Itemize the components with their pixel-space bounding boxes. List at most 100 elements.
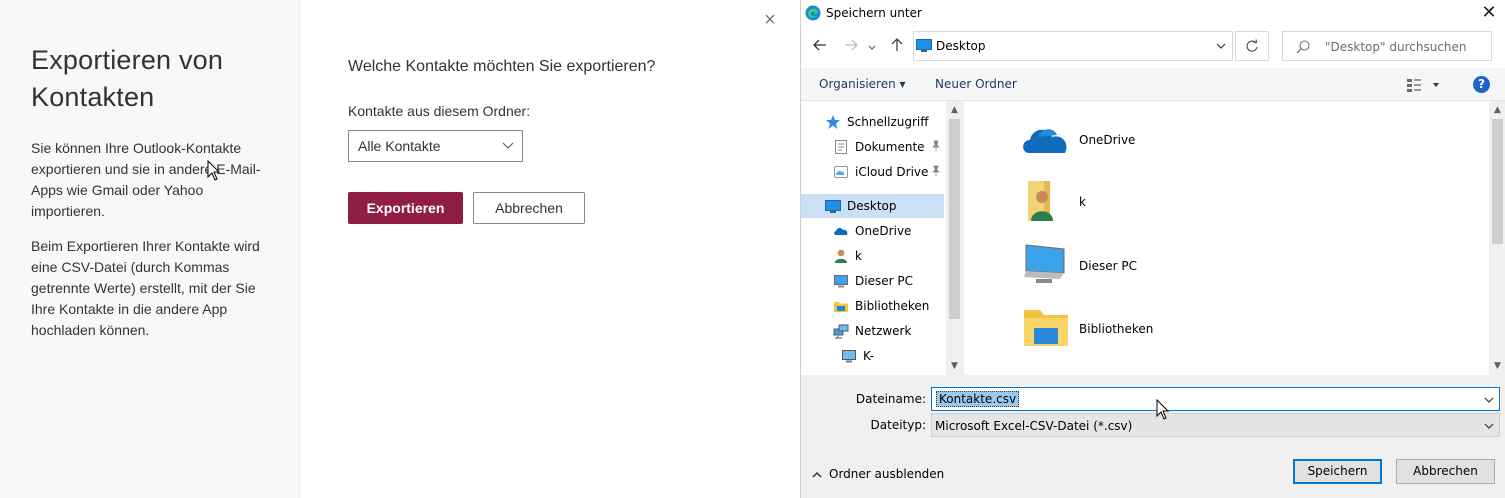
scroll-up-icon[interactable]: ▲ <box>1492 104 1503 116</box>
dialog-cancel-button[interactable]: Abbrechen <box>1396 459 1495 484</box>
view-options-icon[interactable] <box>1406 77 1440 93</box>
recent-locations-chevron-icon[interactable] <box>865 37 879 57</box>
user-icon <box>835 249 847 263</box>
hide-folders-label: Ordner ausblenden <box>829 467 945 481</box>
file-item-this-pc[interactable]: Dieser PC <box>1020 239 1280 295</box>
onedrive-icon <box>834 228 848 235</box>
scroll-down-icon[interactable]: ▼ <box>1492 360 1503 372</box>
folder-tree-scrollbar[interactable]: ▲ ▼ <box>946 101 963 375</box>
tree-item-label: Schnellzugriff <box>847 115 929 129</box>
folder-tree: Schnellzugriff Dokumente iCloud Drive De… <box>801 101 963 375</box>
dialog-footer: Ordner ausblenden Speichern Abbrechen <box>801 445 1505 498</box>
tree-item-libraries[interactable]: Bibliotheken <box>833 295 945 317</box>
chevron-down-icon[interactable] <box>1215 40 1227 52</box>
tree-item-label: OneDrive <box>855 224 912 238</box>
desktop-icon <box>916 39 932 52</box>
info-paragraph-2: Beim Exportieren Ihrer Kontakte wird ein… <box>31 238 260 338</box>
user-folder-icon <box>1028 181 1053 221</box>
dialog-close-icon[interactable]: ✕ <box>1478 2 1500 24</box>
tree-item-desktop[interactable]: Desktop <box>825 195 945 217</box>
onedrive-icon <box>1023 129 1067 153</box>
chevron-down-icon[interactable] <box>1483 394 1495 406</box>
file-list-scrollbar[interactable]: ▲ ▼ <box>1489 101 1505 375</box>
file-item-libraries[interactable]: Bibliotheken <box>1020 302 1280 358</box>
save-as-dialog: Speichern unter ✕ Desktop "Desktop" durc… <box>800 0 1505 498</box>
pin-icon <box>932 165 940 176</box>
star-icon <box>826 115 840 129</box>
tree-item-network-computer[interactable]: K- <box>841 345 945 367</box>
scrollbar-thumb[interactable] <box>949 119 960 319</box>
up-arrow-icon[interactable] <box>887 37 907 57</box>
tree-item-label: Desktop <box>847 199 897 213</box>
tree-item-label: K- <box>863 349 874 363</box>
help-icon[interactable]: ? <box>1473 76 1490 93</box>
tree-item-network[interactable]: Netzwerk <box>833 320 945 342</box>
pin-icon <box>932 140 940 151</box>
screen: Exportieren von Kontakten Sie können Ihr… <box>0 0 1505 498</box>
cloud-icon <box>834 166 848 178</box>
navigation-bar: Desktop "Desktop" durchsuchen <box>801 28 1505 68</box>
file-item-label: k <box>1079 195 1086 209</box>
refresh-icon[interactable] <box>1235 31 1269 61</box>
file-item-user[interactable]: k <box>1020 175 1280 231</box>
save-button[interactable]: Speichern <box>1293 459 1382 484</box>
search-icon <box>1296 40 1310 54</box>
cancel-button[interactable]: Abbrechen <box>473 192 585 224</box>
dialog-toolbar: Organisieren ▾ Neuer Ordner ? <box>801 68 1505 101</box>
file-item-label: Dieser PC <box>1079 259 1137 273</box>
filetype-dropdown[interactable]: Microsoft Excel-CSV-Datei (*.csv) <box>931 413 1500 437</box>
scroll-up-icon[interactable]: ▲ <box>949 104 960 116</box>
chevron-down-icon <box>1484 423 1494 429</box>
tree-item-label: Bibliotheken <box>855 299 930 313</box>
filename-input[interactable]: Kontakte.csv <box>931 387 1500 411</box>
chevron-up-icon <box>812 471 822 478</box>
hide-folders-toggle[interactable]: Ordner ausblenden <box>811 467 944 481</box>
folder-dropdown-value: Alle Kontakte <box>358 138 441 154</box>
file-item-label: OneDrive <box>1079 133 1136 147</box>
export-question: Welche Kontakte möchten Sie exportieren? <box>348 58 656 75</box>
dialog-title: Speichern unter <box>826 6 922 20</box>
search-placeholder: "Desktop" durchsuchen <box>1325 40 1467 54</box>
scroll-down-icon[interactable]: ▼ <box>949 360 960 372</box>
tree-item-this-pc[interactable]: Dieser PC <box>833 270 945 292</box>
mouse-cursor-icon <box>1156 399 1170 420</box>
tree-item-label: Dokumente <box>855 140 925 154</box>
organize-button[interactable]: Organisieren ▾ <box>819 77 906 91</box>
address-text: Desktop <box>936 39 986 53</box>
export-button[interactable]: Exportieren <box>348 192 463 224</box>
document-icon <box>835 140 847 154</box>
tree-item-label: Dieser PC <box>855 274 913 288</box>
computer-icon <box>834 275 848 288</box>
folder-label: Kontakte aus diesem Ordner: <box>348 103 531 119</box>
edge-browser-icon <box>805 5 821 21</box>
folder-dropdown[interactable]: Alle Kontakte <box>348 130 523 162</box>
mouse-cursor-icon <box>207 160 221 181</box>
network-icon <box>833 324 849 339</box>
tree-item-quick-access[interactable]: Schnellzugriff <box>825 111 945 133</box>
scrollbar-thumb[interactable] <box>1492 119 1503 244</box>
file-item-onedrive[interactable]: OneDrive <box>1020 113 1280 169</box>
chevron-down-icon <box>502 142 514 149</box>
tree-item-documents[interactable]: Dokumente <box>833 136 945 158</box>
tree-item-label: k <box>855 249 862 263</box>
address-bar[interactable]: Desktop <box>913 31 1233 61</box>
filetype-label: Dateityp: <box>870 418 926 432</box>
dialog-titlebar: Speichern unter ✕ <box>801 0 1505 28</box>
export-form: × Welche Kontakte möchten Sie exportiere… <box>300 0 800 498</box>
back-arrow-icon[interactable] <box>810 37 830 57</box>
page-title: Exportieren von Kontakten <box>31 42 268 116</box>
close-icon[interactable]: × <box>761 10 779 30</box>
library-icon <box>1024 310 1068 346</box>
search-box[interactable]: "Desktop" durchsuchen <box>1282 31 1492 61</box>
tree-item-label: Netzwerk <box>855 324 912 338</box>
computer-icon <box>1024 244 1065 283</box>
filename-value: Kontakte.csv <box>936 391 1020 407</box>
tree-item-onedrive[interactable]: OneDrive <box>833 220 945 242</box>
file-item-label: Bibliotheken <box>1079 322 1154 336</box>
forward-arrow-icon[interactable] <box>841 37 861 57</box>
tree-item-icloud[interactable]: iCloud Drive <box>833 161 945 183</box>
library-icon <box>834 302 848 312</box>
new-folder-button[interactable]: Neuer Ordner <box>935 77 1017 91</box>
tree-item-user[interactable]: k <box>833 245 945 267</box>
filetype-value: Microsoft Excel-CSV-Datei (*.csv) <box>935 419 1133 433</box>
